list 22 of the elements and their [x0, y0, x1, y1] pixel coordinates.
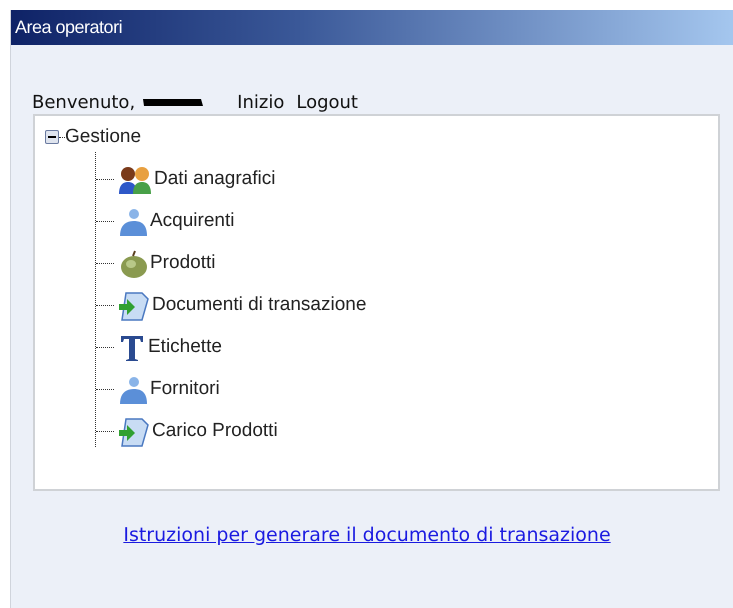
- document-icon: [118, 416, 150, 448]
- redaction-mark: [141, 96, 206, 108]
- document-icon: [118, 290, 150, 322]
- person-icon: [118, 206, 148, 236]
- nav-link[interactable]: Logout: [296, 88, 358, 116]
- minus-icon: [48, 133, 56, 141]
- people-icon: [118, 164, 152, 194]
- nav-link[interactable]: Inizio: [237, 88, 284, 116]
- tree-item[interactable]: Acquirenti: [150, 207, 234, 236]
- apple-icon: [118, 248, 148, 278]
- instructions-link[interactable]: Istruzioni per generare il documento di transazione: [123, 521, 611, 550]
- welcome-text: Benvenuto,: [32, 90, 136, 114]
- tree-item[interactable]: Documenti di transazione: [152, 291, 366, 320]
- tree-item[interactable]: Dati anagrafici: [154, 165, 276, 194]
- tree-item[interactable]: Carico Prodotti: [152, 417, 278, 446]
- window-title: Area operatori: [15, 16, 122, 39]
- tree-item[interactable]: Fornitori: [150, 375, 220, 404]
- collapse-toggle[interactable]: [45, 130, 59, 144]
- person-icon: [118, 374, 148, 404]
- tree-item[interactable]: Etichette: [148, 333, 222, 362]
- tree-item[interactable]: Gestione: [65, 122, 142, 152]
- tree-item[interactable]: Prodotti: [150, 249, 216, 278]
